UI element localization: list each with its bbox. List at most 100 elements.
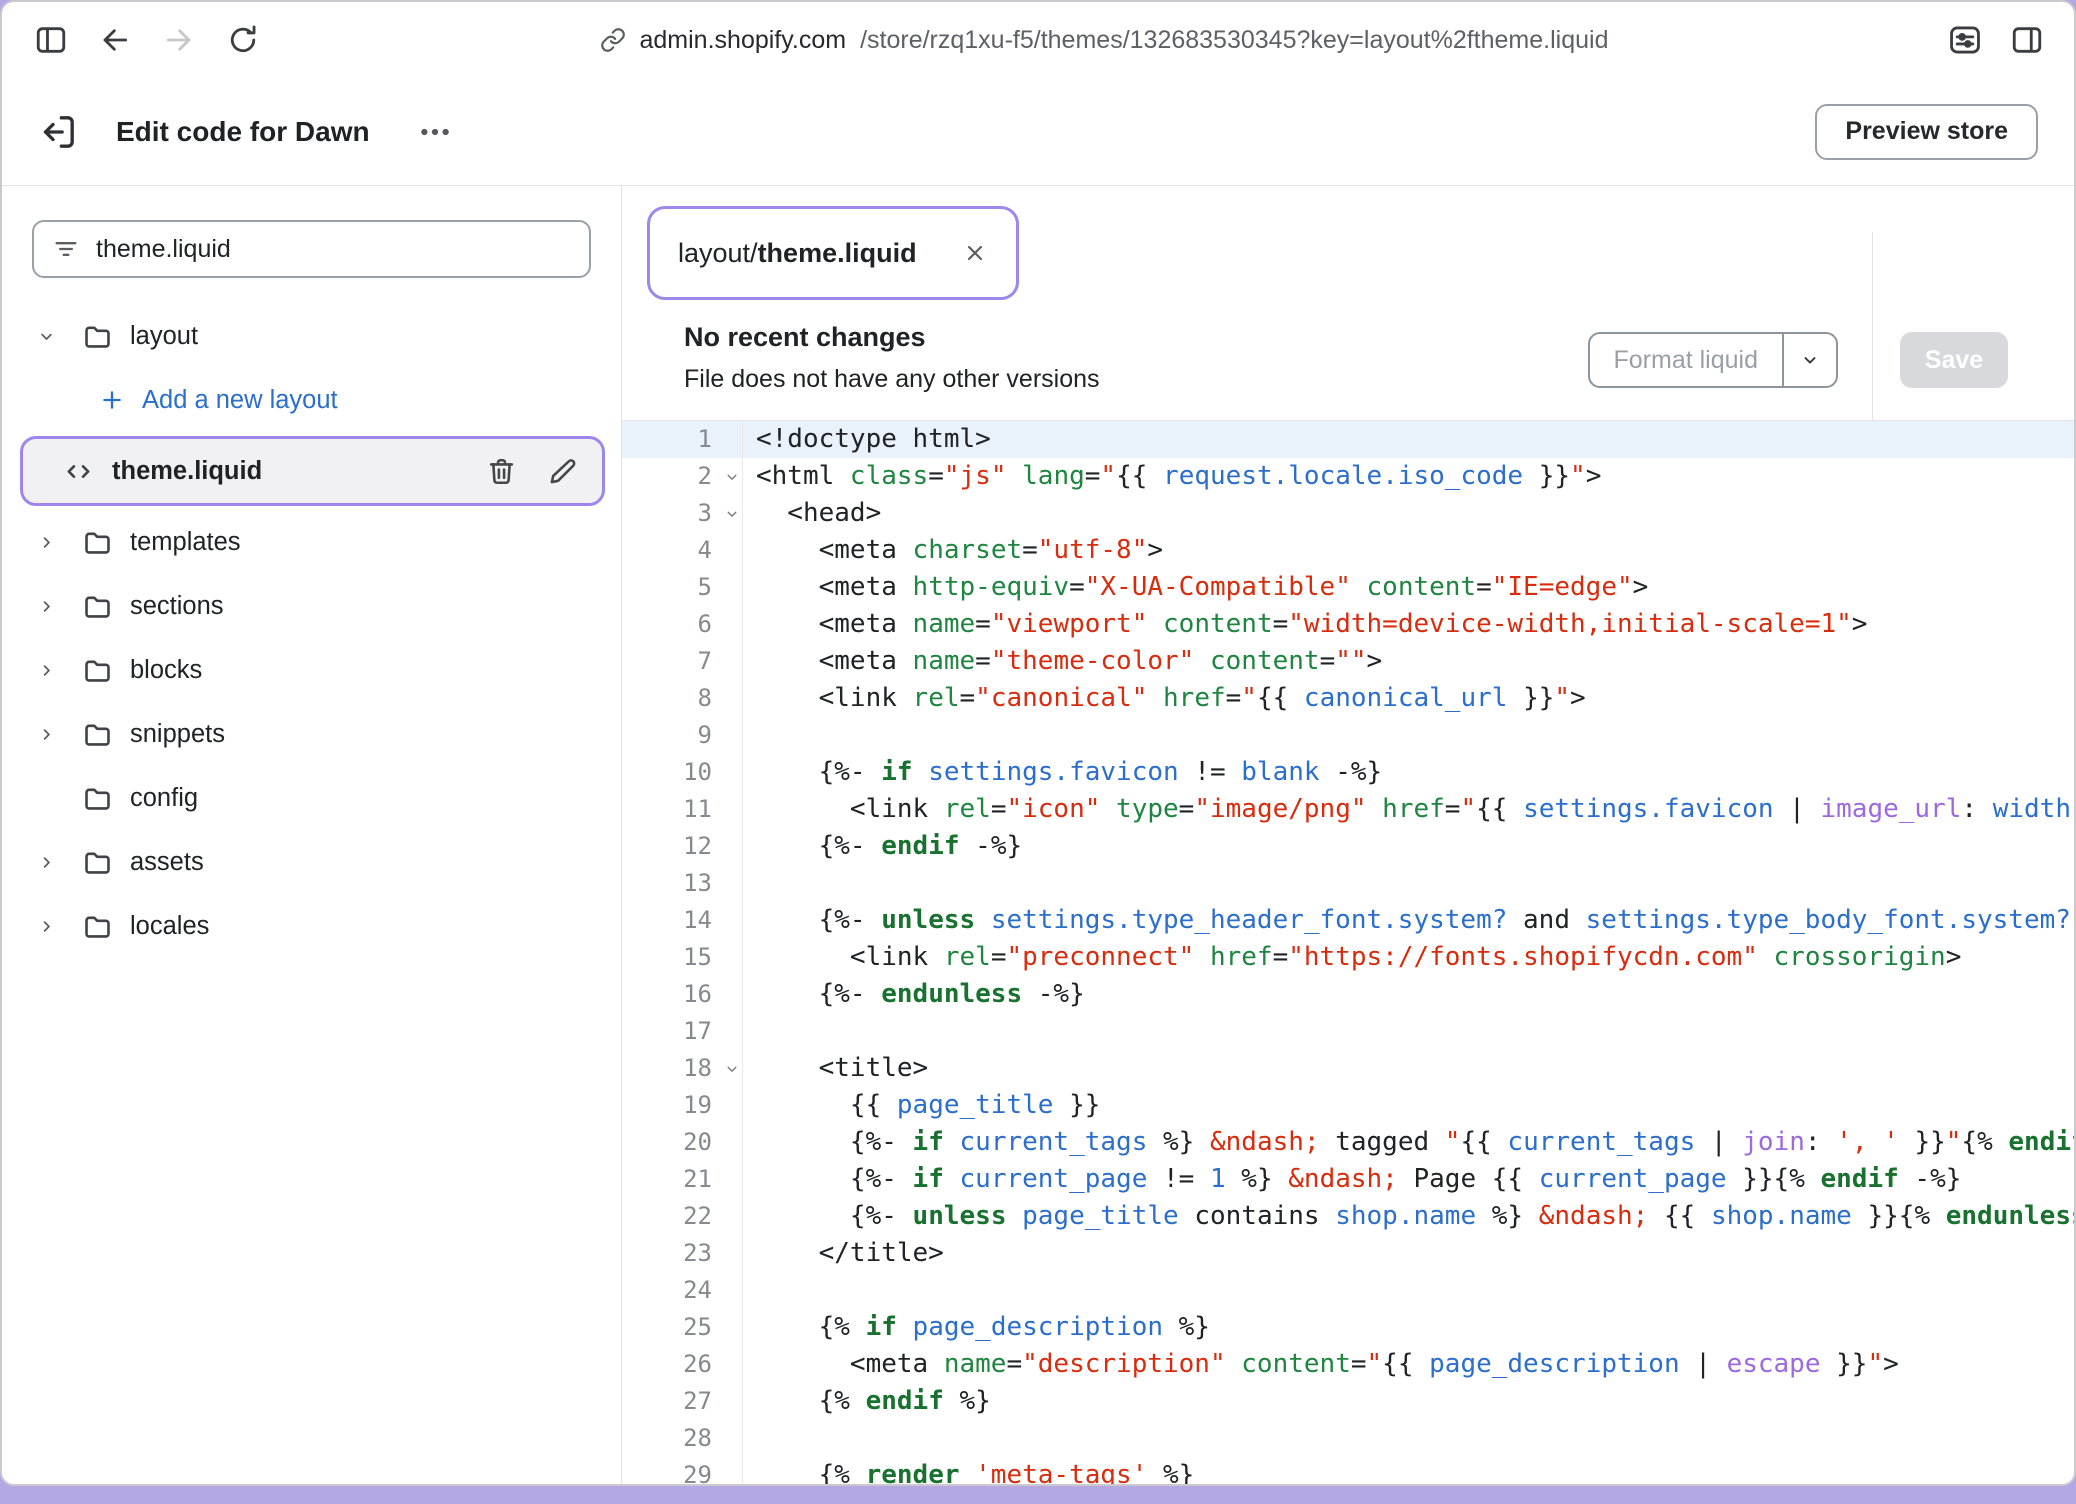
code-text: <link rel="preconnect" href="https://fon… <box>742 939 2074 976</box>
code-line[interactable]: 12 {%- endif -%} <box>622 828 2074 865</box>
fold-icon[interactable] <box>723 505 741 523</box>
code-line[interactable]: 26 <meta name="description" content="{{ … <box>622 1346 2074 1383</box>
line-number: 7 <box>622 643 742 680</box>
code-line[interactable]: 3 <head> <box>622 495 2074 532</box>
folder-icon <box>82 783 113 814</box>
sidebar-item-snippets[interactable]: snippets <box>2 702 621 766</box>
code-line[interactable]: 25 {% if page_description %} <box>622 1309 2074 1346</box>
sidebar-item-templates[interactable]: templates <box>2 510 621 574</box>
fold-icon[interactable] <box>723 468 741 486</box>
edit-icon[interactable] <box>547 456 578 487</box>
code-text: {%- endunless -%} <box>742 976 2074 1013</box>
code-text: <meta http-equiv="X-UA-Compatible" conte… <box>742 569 2074 606</box>
code-line[interactable]: 14 {%- unless settings.type_header_font.… <box>622 902 2074 939</box>
line-number: 6 <box>622 606 742 643</box>
address-bar[interactable]: admin.shopify.com/store/rzq1xu-f5/themes… <box>260 26 1948 55</box>
code-line[interactable]: 9 <box>622 717 2074 754</box>
page-settings-icon[interactable] <box>1948 23 1982 57</box>
sidebar-item-config[interactable]: config <box>2 766 621 830</box>
back-icon[interactable] <box>98 23 132 57</box>
line-number: 19 <box>622 1087 742 1124</box>
code-line[interactable]: 8 <link rel="canonical" href="{{ canonic… <box>622 680 2074 717</box>
folder-label: config <box>130 784 198 813</box>
version-panel: No recent changes File does not have any… <box>622 298 2074 420</box>
code-line[interactable]: 13 <box>622 865 2074 902</box>
code-line[interactable]: 19 {{ page_title }} <box>622 1087 2074 1124</box>
sidebar-item-locales[interactable]: locales <box>2 894 621 958</box>
reload-icon[interactable] <box>226 23 260 57</box>
sidebar-item-blocks[interactable]: blocks <box>2 638 621 702</box>
code-line[interactable]: 21 {%- if current_page != 1 %} &ndash; P… <box>622 1161 2074 1198</box>
folder-icon <box>82 591 113 622</box>
close-icon[interactable] <box>962 240 988 266</box>
code-line[interactable]: 4 <meta charset="utf-8"> <box>622 532 2074 569</box>
code-line[interactable]: 16 {%- endunless -%} <box>622 976 2074 1013</box>
format-liquid-caret[interactable] <box>1782 334 1836 386</box>
code-line[interactable]: 1<!doctype html> <box>622 421 2074 458</box>
chevron-right-icon[interactable] <box>36 596 82 617</box>
delete-icon[interactable] <box>486 456 517 487</box>
tab-theme-liquid[interactable]: layout/theme.liquid <box>647 206 1019 300</box>
chevron-down-icon[interactable] <box>36 326 82 347</box>
sidebar-item-add-a-new-layout[interactable]: Add a new layout <box>2 368 621 432</box>
preview-store-button[interactable]: Preview store <box>1815 104 2038 160</box>
code-line[interactable]: 24 <box>622 1272 2074 1309</box>
code-line[interactable]: 15 <link rel="preconnect" href="https://… <box>622 939 2074 976</box>
code-text: {%- if current_page != 1 %} &ndash; Page… <box>742 1161 2074 1198</box>
code-line[interactable]: 20 {%- if current_tags %} &ndash; tagged… <box>622 1124 2074 1161</box>
line-number: 9 <box>622 717 742 754</box>
folder-icon <box>82 321 113 352</box>
chevron-right-icon[interactable] <box>36 532 82 553</box>
plus-icon <box>98 386 126 414</box>
exit-editor-icon[interactable] <box>38 112 78 152</box>
code-line[interactable]: 27 {% endif %} <box>622 1383 2074 1420</box>
line-number: 26 <box>622 1346 742 1383</box>
sidebar-item-assets[interactable]: assets <box>2 830 621 894</box>
code-line[interactable]: 6 <meta name="viewport" content="width=d… <box>622 606 2074 643</box>
more-menu-icon[interactable] <box>418 115 452 149</box>
sidebar-toggle-icon[interactable] <box>34 23 68 57</box>
chevron-right-icon[interactable] <box>36 660 82 681</box>
code-line[interactable]: 18 <title> <box>622 1050 2074 1087</box>
code-text: {%- if settings.favicon != blank -%} <box>742 754 2074 791</box>
code-line[interactable]: 11 <link rel="icon" type="image/png" hre… <box>622 791 2074 828</box>
fold-icon[interactable] <box>723 1060 741 1078</box>
sidebar-item-sections[interactable]: sections <box>2 574 621 638</box>
line-number: 27 <box>622 1383 742 1420</box>
code-line[interactable]: 28 <box>622 1420 2074 1457</box>
line-number: 22 <box>622 1198 742 1235</box>
code-line[interactable]: 10 {%- if settings.favicon != blank -%} <box>622 754 2074 791</box>
format-liquid-button[interactable]: Format liquid <box>1588 332 1839 388</box>
sidebar-right-icon[interactable] <box>2010 23 2044 57</box>
chevron-right-icon[interactable] <box>36 724 82 745</box>
filter-icon <box>52 235 80 263</box>
sidebar-item-layout[interactable]: layout <box>2 304 621 368</box>
code-text: {% render 'meta-tags' %} <box>742 1457 2074 1484</box>
chevron-right-icon[interactable] <box>36 916 82 937</box>
search-input[interactable] <box>96 235 571 264</box>
line-number: 14 <box>622 902 742 939</box>
code-line[interactable]: 5 <meta http-equiv="X-UA-Compatible" con… <box>622 569 2074 606</box>
format-liquid-label: Format liquid <box>1590 334 1783 386</box>
sidebar-item-theme-liquid[interactable]: theme.liquid <box>20 436 605 506</box>
code-text: <title> <box>742 1050 2074 1087</box>
code-line[interactable]: 7 <meta name="theme-color" content=""> <box>622 643 2074 680</box>
code-line[interactable]: 29 {% render 'meta-tags' %} <box>622 1457 2074 1484</box>
code-line[interactable]: 22 {%- unless page_title contains shop.n… <box>622 1198 2074 1235</box>
status-title: No recent changes <box>684 322 2074 353</box>
editor-main: layout/theme.liquid No recent changes Fi… <box>622 186 2074 1484</box>
folder-label: snippets <box>130 720 225 749</box>
code-line[interactable]: 2<html class="js" lang="{{ request.local… <box>622 458 2074 495</box>
code-editor[interactable]: 1<!doctype html>2<html class="js" lang="… <box>622 420 2074 1484</box>
code-line[interactable]: 17 <box>622 1013 2074 1050</box>
chevron-down-icon <box>1799 349 1821 371</box>
line-number: 11 <box>622 791 742 828</box>
chevron-right-icon[interactable] <box>36 852 82 873</box>
code-text <box>742 717 2074 754</box>
save-button[interactable]: Save <box>1900 332 2008 388</box>
browser-toolbar: admin.shopify.com/store/rzq1xu-f5/themes… <box>2 2 2074 78</box>
code-text: {%- unless settings.type_header_font.sys… <box>742 902 2074 939</box>
url-domain: admin.shopify.com <box>640 26 847 55</box>
file-search-box[interactable] <box>32 220 591 278</box>
code-line[interactable]: 23 </title> <box>622 1235 2074 1272</box>
